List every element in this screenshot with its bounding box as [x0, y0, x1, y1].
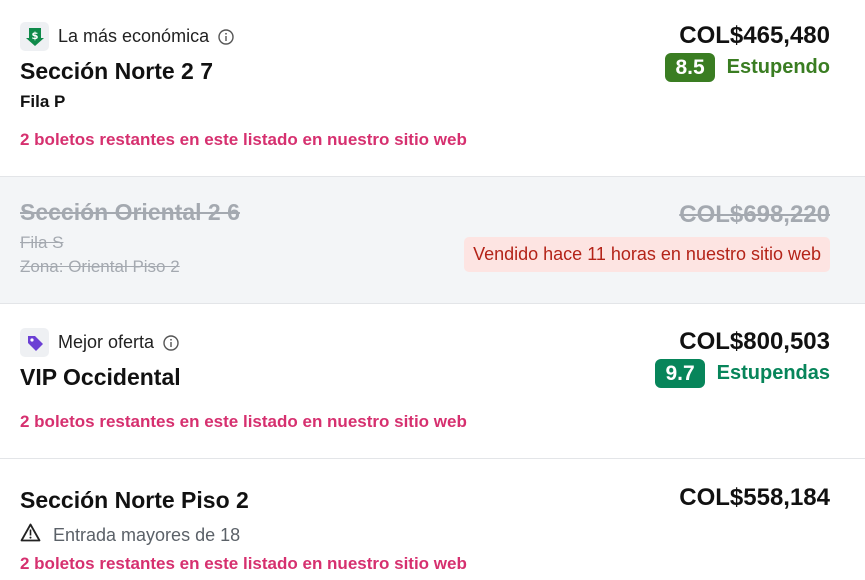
zone-label: Zona: Oriental Piso 2	[20, 257, 180, 276]
row-label: Fila S	[20, 233, 64, 252]
rating-score: 8.5	[665, 53, 715, 82]
warning-text: Entrada mayores de 18	[53, 524, 241, 545]
listing-card[interactable]: $ La más económica Sección Norte 2 7 Fil…	[0, 0, 865, 177]
price: COL$800,503	[679, 328, 830, 355]
listing-tag: $ La más económica	[20, 22, 234, 51]
listing-tag: Mejor oferta	[20, 328, 179, 357]
price-tag-icon	[20, 328, 49, 357]
price: COL$558,184	[679, 484, 830, 511]
availability-text: 2 boletos restantes en este listado en n…	[20, 554, 467, 573]
price: COL$698,220	[679, 201, 830, 228]
rating-score: 9.7	[655, 359, 705, 388]
section-name: Sección Norte 2 7	[20, 58, 214, 84]
listing-card[interactable]: Mejor oferta VIP Occidental 2 boletos re…	[0, 304, 865, 459]
row-label: Fila P	[20, 92, 66, 111]
dollar-down-icon: $	[20, 22, 49, 51]
rating: 9.7 Estupendas	[655, 359, 830, 388]
availability-text: 2 boletos restantes en este listado en n…	[20, 130, 467, 149]
age-warning: Entrada mayores de 18	[20, 523, 240, 547]
rating-label: Estupendo	[726, 56, 830, 78]
rating-label: Estupendas	[716, 362, 830, 384]
rating: 8.5 Estupendo	[665, 53, 830, 82]
svg-text:$: $	[31, 31, 38, 42]
sold-badge: Vendido hace 11 horas en nuestro sitio w…	[464, 237, 830, 272]
tag-label: Mejor oferta	[58, 332, 155, 352]
availability-text: 2 boletos restantes en este listado en n…	[20, 412, 467, 431]
warning-icon	[20, 523, 41, 547]
section-name: Sección Oriental 2 6	[20, 199, 240, 225]
tag-label: La más económica	[58, 26, 210, 46]
listing-card-sold[interactable]: Sección Oriental 2 6 Fila S Zona: Orient…	[0, 177, 865, 304]
section-name: Sección Norte Piso 2	[20, 487, 249, 513]
section-name: VIP Occidental	[20, 364, 181, 390]
listing-card[interactable]: Sección Norte Piso 2 Entrada mayores de …	[0, 459, 865, 580]
price: COL$465,480	[679, 22, 830, 49]
info-icon[interactable]	[163, 334, 179, 351]
info-icon[interactable]	[218, 28, 234, 45]
